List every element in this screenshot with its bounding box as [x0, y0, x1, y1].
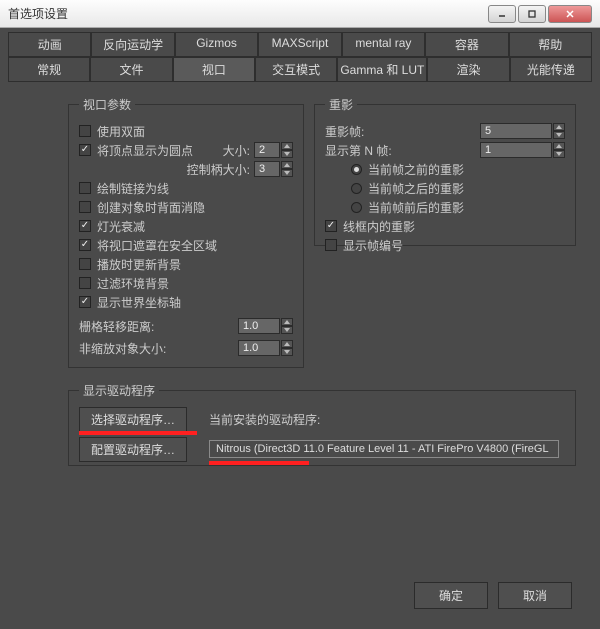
lbl-play-update: 播放时更新背景 — [97, 256, 181, 273]
tab-gamma[interactable]: Gamma 和 LUT — [337, 57, 427, 82]
tab-mentalray[interactable]: mental ray — [342, 32, 425, 57]
driver-legend: 显示驱动程序 — [79, 382, 159, 399]
spinner-nth-up[interactable] — [553, 142, 565, 150]
ghost-group: 重影 重影帧: 5 显示第 N 帧: 1 当前帧之前的重影 当前帧之后的重影 当… — [314, 96, 576, 246]
lbl-handle: 控制柄大小: — [187, 161, 250, 178]
spinner-size[interactable]: 2 — [254, 142, 293, 158]
chk-wire[interactable] — [325, 220, 337, 232]
chk-safe-frame[interactable] — [79, 239, 91, 251]
tab-viewport[interactable]: 视口 — [173, 57, 255, 82]
close-button[interactable] — [548, 5, 592, 23]
lbl-safe-frame: 将视口遮罩在安全区域 — [97, 237, 217, 254]
lbl-vertex-dots: 将顶点显示为圆点 — [97, 142, 193, 159]
choose-driver-button[interactable]: 选择驱动程序… — [79, 407, 187, 432]
chk-world-axis[interactable] — [79, 296, 91, 308]
tab-files[interactable]: 文件 — [90, 57, 172, 82]
lbl-filter-bg: 过滤环境背景 — [97, 275, 169, 292]
spinner-nth[interactable]: 1 — [480, 142, 565, 158]
client-area: 动画 反向运动学 Gizmos MAXScript mental ray 容器 … — [0, 28, 600, 629]
lbl-before: 当前帧之前的重影 — [368, 161, 464, 178]
spinner-gf-up[interactable] — [553, 123, 565, 131]
tab-radiosity[interactable]: 光能传递 — [510, 57, 592, 82]
lbl-both: 当前帧前后的重影 — [368, 199, 464, 216]
chk-draw-links[interactable] — [79, 182, 91, 194]
lbl-light-atten: 灯光衰减 — [97, 218, 145, 235]
annotation-underline-2 — [209, 461, 309, 465]
spinner-gf-down[interactable] — [553, 131, 565, 139]
chk-backface[interactable] — [79, 201, 91, 213]
chk-shownum[interactable] — [325, 239, 337, 251]
lbl-backface: 创建对象时背面消隐 — [97, 199, 205, 216]
radio-after[interactable] — [351, 183, 362, 194]
window-title: 首选项设置 — [8, 5, 486, 22]
installed-driver-field: Nitrous (Direct3D 11.0 Feature Level 11 … — [209, 440, 559, 458]
lbl-nonscale: 非缩放对象大小: — [79, 340, 166, 357]
ok-button[interactable]: 确定 — [414, 582, 488, 609]
lbl-installed: 当前安装的驱动程序: — [209, 411, 320, 428]
tab-anim[interactable]: 动画 — [8, 32, 91, 57]
lbl-grid-dist: 栅格轻移距离: — [79, 318, 154, 335]
tab-interaction[interactable]: 交互模式 — [255, 57, 337, 82]
spinner-handle-val[interactable]: 3 — [254, 161, 280, 177]
maximize-button[interactable] — [518, 5, 546, 23]
spinner-size-up[interactable] — [281, 142, 293, 150]
chk-filter-bg[interactable] — [79, 277, 91, 289]
tab-ik[interactable]: 反向运动学 — [91, 32, 174, 57]
spinner-nonscale-up[interactable] — [281, 340, 293, 348]
tab-general[interactable]: 常规 — [8, 57, 90, 82]
lbl-after: 当前帧之后的重影 — [368, 180, 464, 197]
tab-container[interactable]: 容器 — [425, 32, 508, 57]
viewport-params-legend: 视口参数 — [79, 96, 135, 113]
chk-use-dual[interactable] — [79, 125, 91, 137]
lbl-nth: 显示第 N 帧: — [325, 142, 392, 159]
radio-before[interactable] — [351, 164, 362, 175]
lbl-draw-links: 绘制链接为线 — [97, 180, 169, 197]
footer-buttons: 确定 取消 — [414, 582, 572, 609]
spinner-nth-down[interactable] — [553, 150, 565, 158]
spinner-nonscale[interactable]: 1.0 — [238, 340, 293, 356]
lbl-size: 大小: — [223, 142, 250, 159]
lbl-world-axis: 显示世界坐标轴 — [97, 294, 181, 311]
lbl-shownum: 显示帧编号 — [343, 237, 403, 254]
lbl-wire: 线框内的重影 — [343, 218, 415, 235]
spinner-nonscale-down[interactable] — [281, 348, 293, 356]
tab-maxscript[interactable]: MAXScript — [258, 32, 341, 57]
spinner-size-down[interactable] — [281, 150, 293, 158]
annotation-underline-1 — [79, 431, 197, 435]
spinner-grid-up[interactable] — [281, 318, 293, 326]
minimize-button[interactable] — [488, 5, 516, 23]
ghost-legend: 重影 — [325, 96, 357, 113]
radio-both[interactable] — [351, 202, 362, 213]
tab-row-2: 常规 文件 视口 交互模式 Gamma 和 LUT 渲染 光能传递 — [8, 57, 592, 82]
spinner-nonscale-val[interactable]: 1.0 — [238, 340, 280, 356]
spinner-grid-dist-val[interactable]: 1.0 — [238, 318, 280, 334]
lbl-use-dual: 使用双面 — [97, 123, 145, 140]
tab-gizmos[interactable]: Gizmos — [175, 32, 258, 57]
spinner-handle-up[interactable] — [281, 161, 293, 169]
content: 视口参数 使用双面 将顶点显示为圆点 大小: 2 控制柄大小: 3 绘制链接为线… — [8, 82, 592, 621]
spinner-grid-dist[interactable]: 1.0 — [238, 318, 293, 334]
chk-light-atten[interactable] — [79, 220, 91, 232]
spinner-handle[interactable]: 3 — [254, 161, 293, 177]
tab-help[interactable]: 帮助 — [509, 32, 592, 57]
window-buttons — [486, 5, 592, 23]
chk-vertex-dots[interactable] — [79, 144, 91, 156]
cancel-button[interactable]: 取消 — [498, 582, 572, 609]
tab-row-1: 动画 反向运动学 Gizmos MAXScript mental ray 容器 … — [8, 32, 592, 57]
titlebar: 首选项设置 — [0, 0, 600, 28]
lbl-ghost-frames: 重影帧: — [325, 123, 364, 140]
config-driver-button[interactable]: 配置驱动程序… — [79, 437, 187, 462]
spinner-grid-down[interactable] — [281, 326, 293, 334]
spinner-ghost-frames-val[interactable]: 5 — [480, 123, 552, 139]
chk-play-update[interactable] — [79, 258, 91, 270]
spinner-size-val[interactable]: 2 — [254, 142, 280, 158]
spinner-ghost-frames[interactable]: 5 — [480, 123, 565, 139]
viewport-params-group: 视口参数 使用双面 将顶点显示为圆点 大小: 2 控制柄大小: 3 绘制链接为线… — [68, 96, 304, 368]
tab-render[interactable]: 渲染 — [427, 57, 509, 82]
spinner-handle-down[interactable] — [281, 169, 293, 177]
spinner-nth-val[interactable]: 1 — [480, 142, 552, 158]
driver-group: 显示驱动程序 选择驱动程序… 当前安装的驱动程序: 配置驱动程序… Nitrou… — [68, 382, 576, 466]
